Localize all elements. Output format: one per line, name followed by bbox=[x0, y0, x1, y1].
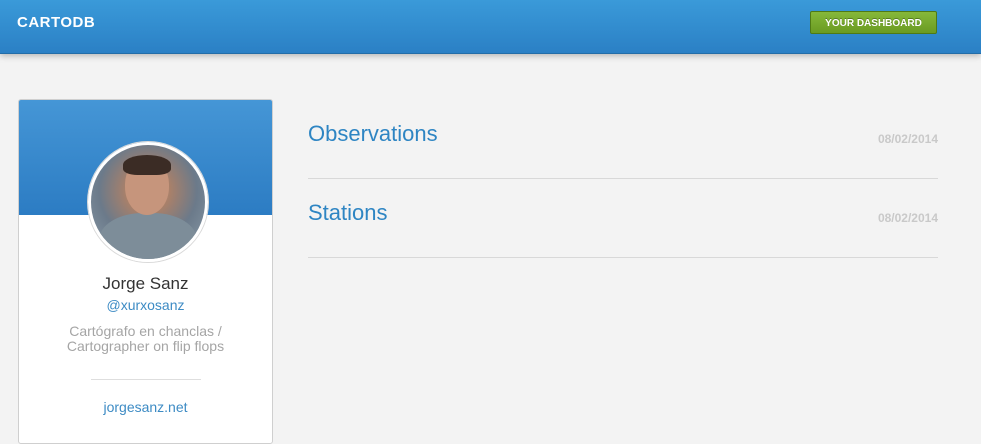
table-title-link[interactable]: Stations bbox=[308, 200, 388, 226]
profile-divider bbox=[91, 379, 201, 380]
profile-website-link[interactable]: jorgesanz.net bbox=[19, 399, 272, 415]
your-dashboard-button[interactable]: YOUR DASHBOARD bbox=[810, 11, 937, 34]
cartodb-logo[interactable]: CARTODB bbox=[17, 14, 95, 31]
table-row: Observations 08/02/2014 bbox=[308, 100, 938, 179]
table-date: 08/02/2014 bbox=[877, 211, 938, 225]
profile-handle-link[interactable]: @xurxosanz bbox=[19, 297, 272, 313]
profile-card: Jorge Sanz @xurxosanz Cartógrafo en chan… bbox=[18, 99, 273, 444]
table-list: Observations 08/02/2014 Stations 08/02/2… bbox=[308, 100, 938, 258]
avatar-shirt bbox=[99, 213, 197, 259]
top-navigation-bar: CARTODB YOUR DASHBOARD bbox=[0, 0, 981, 54]
table-row: Stations 08/02/2014 bbox=[308, 179, 938, 258]
avatar-hair bbox=[123, 155, 171, 175]
table-date: 08/02/2014 bbox=[877, 132, 938, 146]
table-title-link[interactable]: Observations bbox=[308, 121, 438, 147]
profile-name: Jorge Sanz bbox=[102, 274, 189, 293]
profile-bio: Cartógrafo en chanclas / Cartographer on… bbox=[66, 323, 225, 354]
avatar bbox=[88, 142, 208, 262]
